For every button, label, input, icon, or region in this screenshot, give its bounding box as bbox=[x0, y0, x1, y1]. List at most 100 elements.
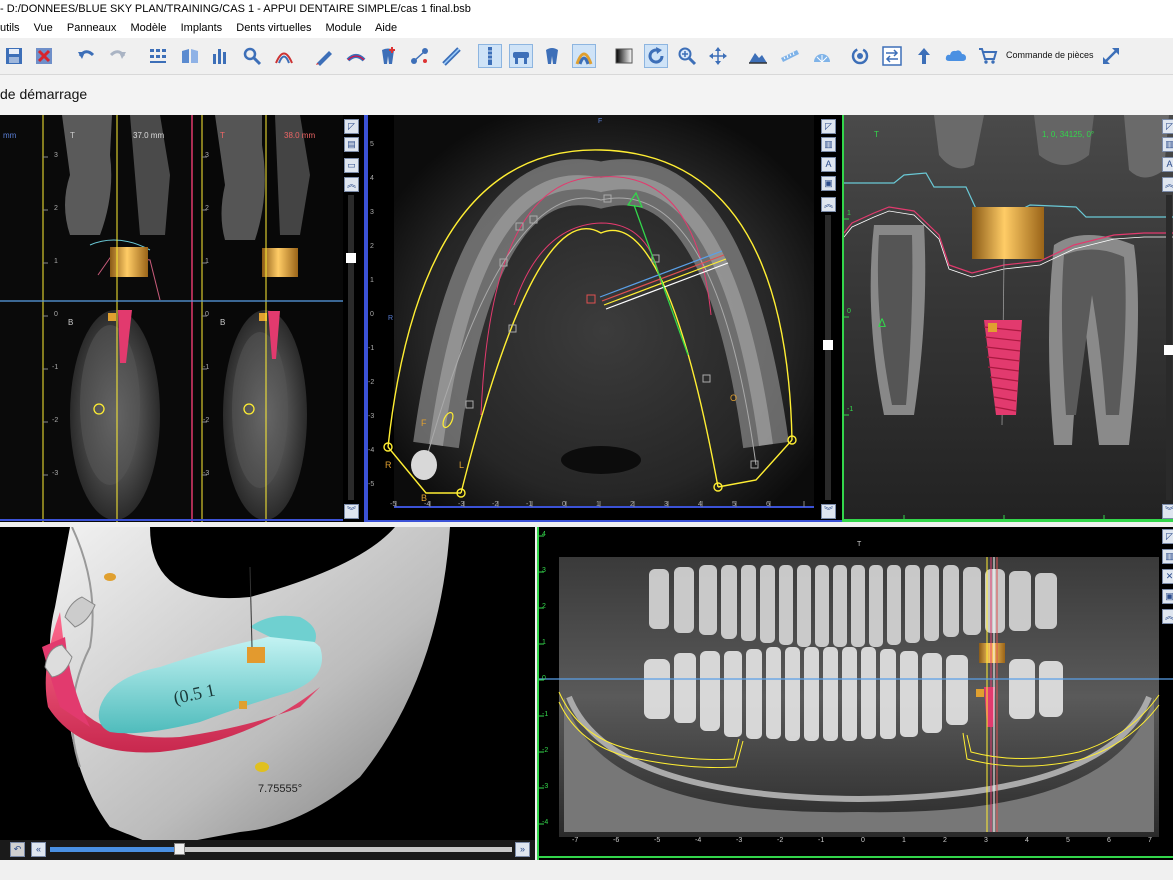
window-title: - D:/DONNEES/BLUE SKY PLAN/TRAINING/CAS … bbox=[0, 0, 1173, 18]
tangential-tick: -1 bbox=[847, 406, 854, 413]
cross-tick: -2 bbox=[52, 417, 59, 424]
pano-x-tick: 5 bbox=[1066, 837, 1070, 844]
pencil-icon[interactable] bbox=[312, 44, 336, 68]
cart-icon[interactable] bbox=[976, 44, 1000, 68]
redo-icon[interactable] bbox=[106, 44, 130, 68]
axial-y-tick: -1 bbox=[368, 345, 375, 352]
render-3d-slider-track[interactable] bbox=[50, 847, 512, 852]
spin-icon[interactable] bbox=[848, 44, 872, 68]
nerve-icon[interactable] bbox=[344, 44, 368, 68]
view-tool-button[interactable]: ◸ bbox=[1162, 119, 1173, 134]
contrast-icon[interactable] bbox=[612, 44, 636, 68]
tooth-add-icon[interactable] bbox=[376, 44, 400, 68]
scroll-up-button[interactable]: ︽ bbox=[1162, 177, 1173, 192]
scroll-right-button[interactable]: » bbox=[515, 842, 530, 857]
arch-icon[interactable] bbox=[572, 44, 596, 68]
pano-y-tick: -3 bbox=[542, 783, 549, 790]
scroll-down-button[interactable]: ︾ bbox=[1162, 504, 1173, 519]
zoom-search-icon[interactable] bbox=[240, 44, 264, 68]
scroll-up-button[interactable]: ︽ bbox=[1162, 609, 1173, 624]
view-tool-button[interactable]: ▭ bbox=[344, 158, 359, 173]
pano-y-tick: 0 bbox=[542, 675, 546, 682]
menu-modele[interactable]: Modèle bbox=[130, 22, 166, 34]
book-icon[interactable] bbox=[178, 44, 202, 68]
menu-aide[interactable]: Aide bbox=[375, 22, 397, 34]
slice-slider-thumb[interactable] bbox=[823, 340, 833, 350]
view-tool-button[interactable]: ◸ bbox=[1162, 529, 1173, 544]
zoom-icon[interactable] bbox=[675, 44, 699, 68]
view-tool-button[interactable]: ◸ bbox=[821, 119, 836, 134]
view-tool-button[interactable]: ▥ bbox=[1162, 549, 1173, 564]
menu-dents-virtuelles[interactable]: Dents virtuelles bbox=[236, 22, 311, 34]
protractor-icon[interactable] bbox=[810, 44, 834, 68]
mountain-icon[interactable] bbox=[746, 44, 770, 68]
swap-icon[interactable] bbox=[880, 44, 904, 68]
cross-tick: -2 bbox=[203, 417, 210, 424]
menu-implants[interactable]: Implants bbox=[181, 22, 223, 34]
pan-icon[interactable] bbox=[706, 44, 730, 68]
scroll-down-button[interactable]: ︾ bbox=[821, 504, 836, 519]
panoramic-top-marker: T bbox=[857, 541, 862, 548]
view-tool-button[interactable]: ✕ bbox=[1162, 569, 1173, 584]
grid-icon[interactable] bbox=[146, 44, 170, 68]
menu-module[interactable]: Module bbox=[326, 22, 362, 34]
menu-panneaux[interactable]: Panneaux bbox=[67, 22, 117, 34]
tangential-tick: 1 bbox=[847, 210, 851, 217]
slice-slider-track[interactable] bbox=[348, 195, 354, 500]
pano-x-tick: -3 bbox=[736, 837, 743, 844]
cross-tick: 3 bbox=[205, 152, 209, 159]
cloud-icon[interactable] bbox=[944, 44, 968, 68]
close-file-icon[interactable] bbox=[32, 44, 56, 68]
chart-icon[interactable] bbox=[208, 44, 232, 68]
tab-start[interactable]: de démarrage bbox=[0, 86, 87, 102]
scroll-up-button[interactable]: ︽ bbox=[344, 177, 359, 192]
scroll-down-button[interactable]: ︾ bbox=[344, 504, 359, 519]
view-tool-button[interactable]: ◸ bbox=[344, 119, 359, 134]
order-parts-label[interactable]: Commande de pièces bbox=[1006, 50, 1094, 60]
view-tool-button[interactable]: ▥ bbox=[821, 137, 836, 152]
cross-tick: 2 bbox=[54, 205, 58, 212]
node-icon[interactable] bbox=[408, 44, 432, 68]
slice-slider-thumb[interactable] bbox=[1164, 345, 1173, 355]
axial-x-tick: 4 bbox=[698, 501, 702, 508]
axial-y-tick: -3 bbox=[368, 413, 375, 420]
ruler-icon[interactable] bbox=[778, 44, 802, 68]
undo-icon[interactable] bbox=[74, 44, 98, 68]
render-3d-slider-thumb[interactable] bbox=[174, 843, 186, 855]
scroll-left-button[interactable]: « bbox=[31, 842, 46, 857]
menu-utils[interactable]: utils bbox=[0, 22, 20, 34]
panoramic-view[interactable]: T 4 3 2 1 0 -1 -2 -3 -4 -7 -6 -5 -4 -3 -… bbox=[537, 527, 1173, 860]
rotate-left-button[interactable]: ↶ bbox=[10, 842, 25, 857]
implant-icon[interactable] bbox=[478, 44, 502, 68]
render-3d-view[interactable]: (0.5 1 7.75555° bbox=[0, 527, 535, 860]
axial-y-tick: -4 bbox=[368, 447, 375, 454]
axial-l-label: L bbox=[459, 460, 465, 470]
scroll-up-button[interactable]: ︽ bbox=[821, 197, 836, 212]
view-tool-button[interactable]: ▣ bbox=[1162, 589, 1173, 604]
axial-side-marker: R bbox=[388, 315, 394, 322]
axial-x-tick: 5 bbox=[732, 501, 736, 508]
pano-y-tick: 1 bbox=[542, 639, 546, 646]
rotate-icon[interactable] bbox=[644, 44, 668, 68]
text-tool-button[interactable]: A bbox=[1162, 157, 1173, 172]
bridge-icon[interactable] bbox=[509, 44, 533, 68]
render-angle-readout: 7.75555° bbox=[258, 783, 303, 795]
slice-slider-thumb[interactable] bbox=[346, 253, 356, 263]
view-tool-button[interactable]: ▣ bbox=[821, 176, 836, 191]
cross-section-panel[interactable]: mm T 37.0 mm B T 38.0 mm B 3 2 1 0 -1 -2… bbox=[0, 115, 366, 522]
axial-view[interactable]: F R F R L B O 5 4 3 2 1 0 -1 -2 -3 -4 -5… bbox=[366, 115, 842, 522]
measure-icon[interactable] bbox=[440, 44, 464, 68]
tooth-icon[interactable] bbox=[540, 44, 564, 68]
menu-vue[interactable]: Vue bbox=[34, 22, 53, 34]
axial-x-tick: -3 bbox=[458, 501, 465, 508]
tangential-view[interactable]: T 1, 0, 34125, 0° Δ 1 0 -1 ◸ ▥ A ︽ ︾ bbox=[842, 115, 1173, 522]
save-icon[interactable] bbox=[2, 44, 26, 68]
view-tool-button[interactable]: ▥ bbox=[1162, 137, 1173, 152]
cloud-upload-icon[interactable] bbox=[912, 44, 936, 68]
tab-strip: de démarrage bbox=[0, 75, 1173, 115]
view-tool-button[interactable]: ▤ bbox=[344, 137, 359, 152]
expand-icon[interactable] bbox=[1099, 44, 1123, 68]
slice-slider-track[interactable] bbox=[825, 215, 831, 500]
text-tool-button[interactable]: A bbox=[821, 157, 836, 172]
curve-icon[interactable] bbox=[272, 44, 296, 68]
